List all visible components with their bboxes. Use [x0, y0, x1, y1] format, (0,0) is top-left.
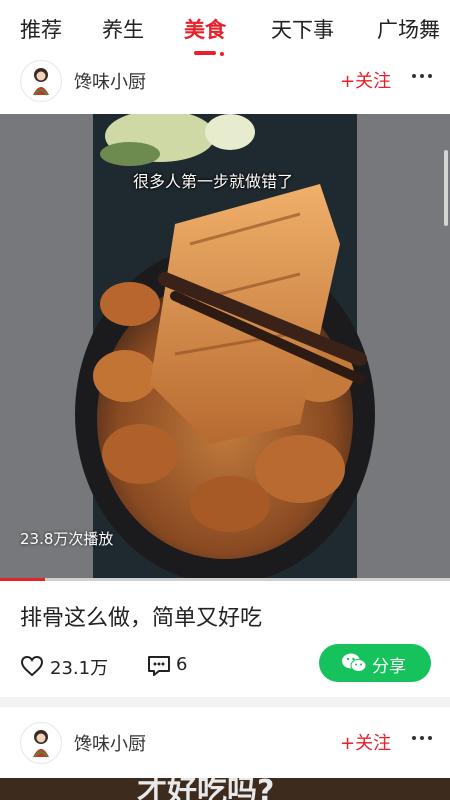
video-player[interactable]: 才好吃吗?: [0, 778, 450, 800]
video-progress-fill: [0, 578, 45, 581]
scrollbar[interactable]: [444, 150, 448, 226]
avatar[interactable]: [20, 722, 62, 764]
tab-health[interactable]: 养生: [102, 14, 144, 44]
post-header: 馋味小厨 +关注: [0, 58, 450, 104]
tab-food[interactable]: 美食: [184, 14, 226, 44]
category-tabs: 推荐 养生 美食 天下事 广场舞: [0, 0, 450, 62]
share-label: 分享: [372, 657, 406, 677]
active-tab-dot: [220, 52, 224, 56]
avatar-icon: [33, 730, 49, 758]
post-title[interactable]: 排骨这么做，简单又好吃: [20, 600, 262, 632]
tab-news[interactable]: 天下事: [271, 14, 334, 44]
video-progress-bar[interactable]: [0, 578, 450, 581]
more-icon[interactable]: [408, 62, 436, 90]
video-caption: 很多人第一步就做错了: [133, 172, 294, 191]
comment-icon: [148, 656, 170, 676]
tab-square-dance[interactable]: 广场舞: [377, 14, 440, 44]
video-player[interactable]: 很多人第一步就做错了 23.8万次播放: [0, 114, 450, 580]
post-header: 馋味小厨 +关注: [0, 720, 450, 766]
tab-recommend[interactable]: 推荐: [20, 14, 62, 44]
author-name[interactable]: 馋味小厨: [74, 730, 146, 756]
comment-count: 6: [176, 654, 188, 675]
share-button[interactable]: 分享: [319, 644, 431, 682]
divider: [0, 697, 450, 707]
follow-button[interactable]: +关注: [340, 729, 391, 755]
author-name[interactable]: 馋味小厨: [74, 68, 146, 94]
play-count: 23.8万次播放: [20, 530, 114, 548]
avatar-icon: [33, 68, 49, 96]
active-tab-indicator: [194, 51, 216, 55]
avatar[interactable]: [20, 60, 62, 102]
like-count: 23.1万: [50, 658, 109, 679]
more-icon[interactable]: [408, 724, 436, 752]
video-caption: 才好吃吗?: [137, 778, 275, 800]
heart-icon: [20, 655, 44, 677]
follow-button[interactable]: +关注: [340, 67, 391, 93]
wechat-icon: [342, 653, 367, 672]
